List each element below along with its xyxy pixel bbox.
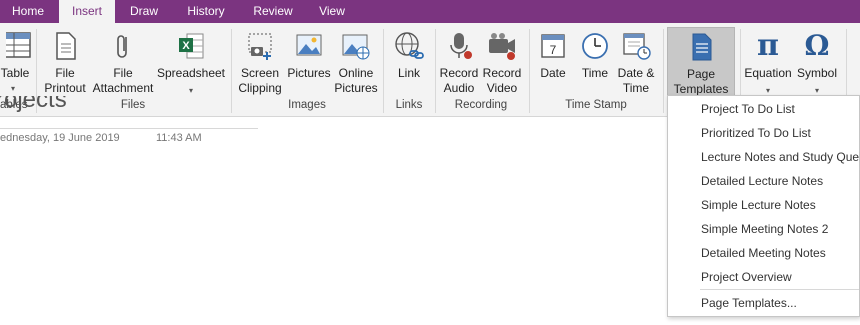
chevron-down-icon: ▾ (10, 84, 15, 93)
file-printout-icon (56, 32, 76, 60)
date-label: Date (540, 66, 566, 80)
table-icon (6, 32, 31, 58)
table-label: Table (0, 66, 30, 80)
menu-item-project-overview[interactable]: Project Overview (701, 266, 792, 288)
online-pictures-button[interactable]: Online Pictures (334, 27, 378, 99)
group-label-images: Images (288, 99, 326, 111)
equation-label: Equation (744, 66, 792, 80)
omega-icon: Ω (804, 29, 830, 62)
pi-icon: π (757, 28, 779, 63)
link-label: Link (397, 66, 420, 80)
online-pictures-label: Online Pictures (334, 66, 378, 95)
page-templates-menu: Project To Do List Prioritized To Do Lis… (667, 95, 860, 317)
table-button[interactable]: Table ▾ (0, 27, 34, 99)
menu-item-prioritized-to-do-list[interactable]: Prioritized To Do List (701, 122, 811, 144)
date-button[interactable]: 7 Date (534, 27, 572, 99)
paperclip-icon (117, 35, 127, 58)
pictures-label: Pictures (287, 66, 331, 80)
menu-item-detailed-meeting-notes[interactable]: Detailed Meeting Notes (701, 242, 826, 264)
file-printout-button[interactable]: File Printout (40, 27, 90, 99)
record-video-label: Record Video (482, 66, 522, 95)
spreadsheet-button[interactable]: X Spreadsheet ▾ (156, 27, 226, 99)
page-templates-label: Page Templates (673, 67, 729, 96)
screen-clipping-button[interactable]: Screen Clipping (236, 27, 284, 99)
menu-item-page-templates-pane[interactable]: Page Templates... (701, 292, 797, 314)
link-globe-icon (395, 32, 424, 59)
menu-item-simple-meeting-notes-2[interactable]: Simple Meeting Notes 2 (701, 218, 828, 240)
date-time-button[interactable]: Date & Time (614, 27, 658, 99)
page-templates-button[interactable]: Page Templates ▾ (667, 27, 735, 103)
group-label-links: Links (395, 99, 423, 111)
file-attachment-label: File Attachment (92, 66, 154, 95)
group-label-time-stamp: Time Stamp (565, 99, 627, 111)
spreadsheet-label: Spreadsheet (156, 66, 226, 80)
file-printout-label: File Printout (44, 66, 86, 95)
symbol-button[interactable]: Ω Symbol ▾ (794, 27, 840, 99)
page-title[interactable]: rojects (0, 96, 80, 118)
ribbon-tab-bar: Home Insert Draw History Review View (0, 0, 860, 23)
tab-history[interactable]: History (177, 0, 235, 23)
record-audio-label: Record Audio (439, 66, 479, 95)
clock-icon (582, 33, 608, 59)
pictures-icon (296, 34, 322, 56)
time-button[interactable]: Time (576, 27, 614, 99)
pictures-button[interactable]: Pictures (286, 27, 332, 99)
microphone-icon (450, 33, 472, 59)
date-time-label: Date & Time (617, 66, 655, 95)
title-underline (0, 128, 258, 129)
link-button[interactable]: Link (388, 27, 430, 99)
calendar-icon: 7 (541, 34, 565, 58)
menu-separator (700, 289, 859, 290)
screen-clipping-icon (248, 33, 272, 60)
page-time: 11:43 AM (156, 132, 202, 144)
record-video-button[interactable]: Record Video (480, 27, 524, 99)
group-label-recording: Recording (454, 99, 508, 111)
page-title-text: rojects (0, 96, 67, 113)
video-camera-icon (489, 33, 515, 60)
group-separator (231, 29, 232, 113)
menu-item-lecture-notes-study-questions[interactable]: Lecture Notes and Study Ques (701, 146, 859, 168)
time-label: Time (581, 66, 609, 80)
menu-item-detailed-lecture-notes[interactable]: Detailed Lecture Notes (701, 170, 823, 192)
group-separator (383, 29, 384, 113)
group-separator (529, 29, 530, 113)
group-separator (435, 29, 436, 113)
tab-draw[interactable]: Draw (118, 0, 170, 23)
menu-item-project-to-do-list[interactable]: Project To Do List (701, 98, 795, 120)
tab-view[interactable]: View (309, 0, 355, 23)
screen-clipping-label: Screen Clipping (238, 66, 282, 95)
menu-item-simple-lecture-notes[interactable]: Simple Lecture Notes (701, 194, 816, 216)
chevron-down-icon: ▾ (188, 86, 193, 95)
record-audio-button[interactable]: Record Audio (438, 27, 480, 99)
group-separator (663, 29, 664, 113)
excel-spreadsheet-icon: X (179, 33, 204, 59)
symbol-label: Symbol (796, 66, 837, 80)
file-attachment-button[interactable]: File Attachment (92, 27, 154, 99)
page-date: ednesday, 19 June 2019 (0, 132, 120, 144)
tab-insert[interactable]: Insert (59, 0, 115, 23)
calendar-day-number: 7 (550, 43, 557, 57)
online-pictures-icon (342, 34, 370, 60)
equation-button[interactable]: π Equation ▾ (742, 27, 794, 99)
date-time-icon (623, 33, 651, 60)
tab-review[interactable]: Review (246, 0, 300, 23)
svg-text:X: X (182, 40, 190, 52)
page-templates-icon (692, 33, 712, 61)
tab-home[interactable]: Home (0, 0, 56, 23)
